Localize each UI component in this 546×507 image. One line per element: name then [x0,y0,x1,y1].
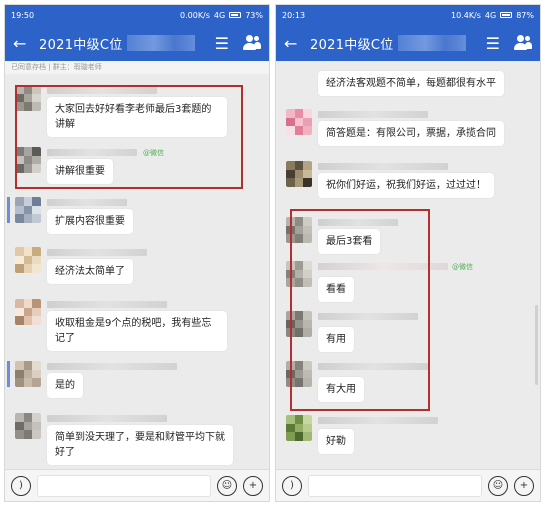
avatar[interactable] [15,247,41,273]
avatar[interactable] [15,85,41,111]
voice-input-icon[interactable]: ) [282,475,302,496]
status-bar: 19:50 0.00K/s 4G 73% [5,5,269,25]
battery-percent: 87% [516,10,534,20]
wechat-tag: @微信 [143,149,164,157]
message-bubble[interactable]: 经济法客观题不简单，每题都很有水平 [318,71,504,96]
sender-name-redacted [318,417,438,424]
sender-name-redacted [47,415,167,422]
message-bubble[interactable]: 扩展内容很重要 [47,209,133,234]
chat-header: ← 2021中级C位 ☰ [276,25,540,61]
avatar[interactable] [286,217,312,243]
sender-name-redacted [47,87,157,94]
network-type: 4G [484,10,497,20]
message-bubble[interactable]: 经济法太简单了 [47,259,133,284]
message-bubble[interactable]: 大家回去好好看李老师最后3套题的讲解 [47,97,227,137]
chat-title: 2021中级C位 [310,37,394,53]
avatar[interactable] [286,415,312,441]
message-bubble[interactable]: 简答题是：有限公司，票据，承揽合同 [318,121,504,146]
avatar[interactable] [15,197,41,223]
input-bar: ) ☺ + [5,469,269,501]
message-bubble[interactable]: 收取租金是9个点的税吧，我有些忘记了 [47,311,227,351]
sender-name-redacted [318,313,418,320]
plus-icon[interactable]: + [243,475,263,496]
notice-text: 已同意存档 | 群主：瑕璇老师 [11,63,102,71]
message-bubble[interactable]: 最后3套看 [318,229,381,254]
message-bubble[interactable]: 有大用 [318,377,364,402]
network-speed: 0.00K/s [180,10,210,20]
message-bubble[interactable]: 看看 [318,277,354,302]
plus-icon[interactable]: + [514,475,534,496]
scroll-marker [7,361,10,387]
sender-name-redacted [318,219,398,226]
sender-name-redacted [47,363,177,370]
wechat-tag: @微信 [452,263,473,271]
status-time: 20:13 [282,10,306,20]
avatar[interactable] [15,147,41,173]
sender-name-redacted [318,363,428,370]
scrollbar[interactable] [535,305,538,385]
network-type: 4G [213,10,226,20]
battery-icon [500,12,513,18]
battery-icon [229,12,242,18]
sender-name-redacted [318,263,448,270]
sender-name-redacted [47,249,147,256]
message-bubble[interactable]: 好勒 [318,429,354,454]
back-arrow-icon[interactable]: ← [284,34,302,53]
network-speed: 10.4K/s [451,10,481,20]
left-phone-screen: 19:50 0.00K/s 4G 73% ← 2021中级C位 ☰ 已同意存档 … [4,4,270,502]
sender-name-redacted [318,111,428,118]
status-bar: 20:13 10.4K/s 4G 87% [276,5,540,25]
right-phone-screen: 20:13 10.4K/s 4G 87% ← 2021中级C位 ☰ 经济法客观题… [275,4,541,502]
group-notice: 已同意存档 | 群主：瑕璇老师 [5,61,269,74]
avatar[interactable] [286,109,312,135]
chat-title: 2021中级C位 [39,37,123,53]
avatar[interactable] [286,261,312,287]
status-indicators: 0.00K/s 4G 73% [180,11,263,20]
message-input[interactable] [308,474,482,497]
avatar[interactable] [15,361,41,387]
voice-input-icon[interactable]: ) [11,475,31,496]
menu-icon[interactable]: ☰ [486,34,500,53]
group-members-icon[interactable] [243,35,261,51]
avatar[interactable] [286,361,312,387]
sender-name-redacted [47,199,127,206]
group-members-icon[interactable] [514,35,532,51]
avatar[interactable] [15,413,41,439]
emoji-icon[interactable]: ☺ [488,475,508,496]
status-indicators: 10.4K/s 4G 87% [451,11,534,20]
avatar[interactable] [15,299,41,325]
title-redaction [126,35,195,51]
screenshot-stage: 19:50 0.00K/s 4G 73% ← 2021中级C位 ☰ 已同意存档 … [0,0,546,507]
status-time: 19:50 [11,10,35,20]
menu-icon[interactable]: ☰ [215,34,229,53]
message-bubble[interactable]: 讲解很重要 [47,159,113,184]
emoji-icon[interactable]: ☺ [217,475,237,496]
scroll-marker [7,197,10,223]
message-input[interactable] [37,474,211,497]
input-bar: ) ☺ + [276,469,540,501]
message-bubble[interactable]: 是的 [47,373,83,398]
back-arrow-icon[interactable]: ← [13,34,31,53]
sender-name-redacted [318,163,448,170]
message-bubble[interactable]: 祝你们好运，祝我们好运，过过过！ [318,173,494,198]
title-redaction [397,35,466,51]
message-bubble[interactable]: 简单到没天理了，要是和财管平均下就好了 [47,425,233,465]
message-bubble[interactable]: 有用 [318,327,354,352]
avatar[interactable] [286,311,312,337]
battery-percent: 73% [245,10,263,20]
sender-name-redacted [47,301,167,308]
avatar[interactable] [286,161,312,187]
sender-name-redacted [47,149,137,156]
chat-header: ← 2021中级C位 ☰ [5,25,269,61]
